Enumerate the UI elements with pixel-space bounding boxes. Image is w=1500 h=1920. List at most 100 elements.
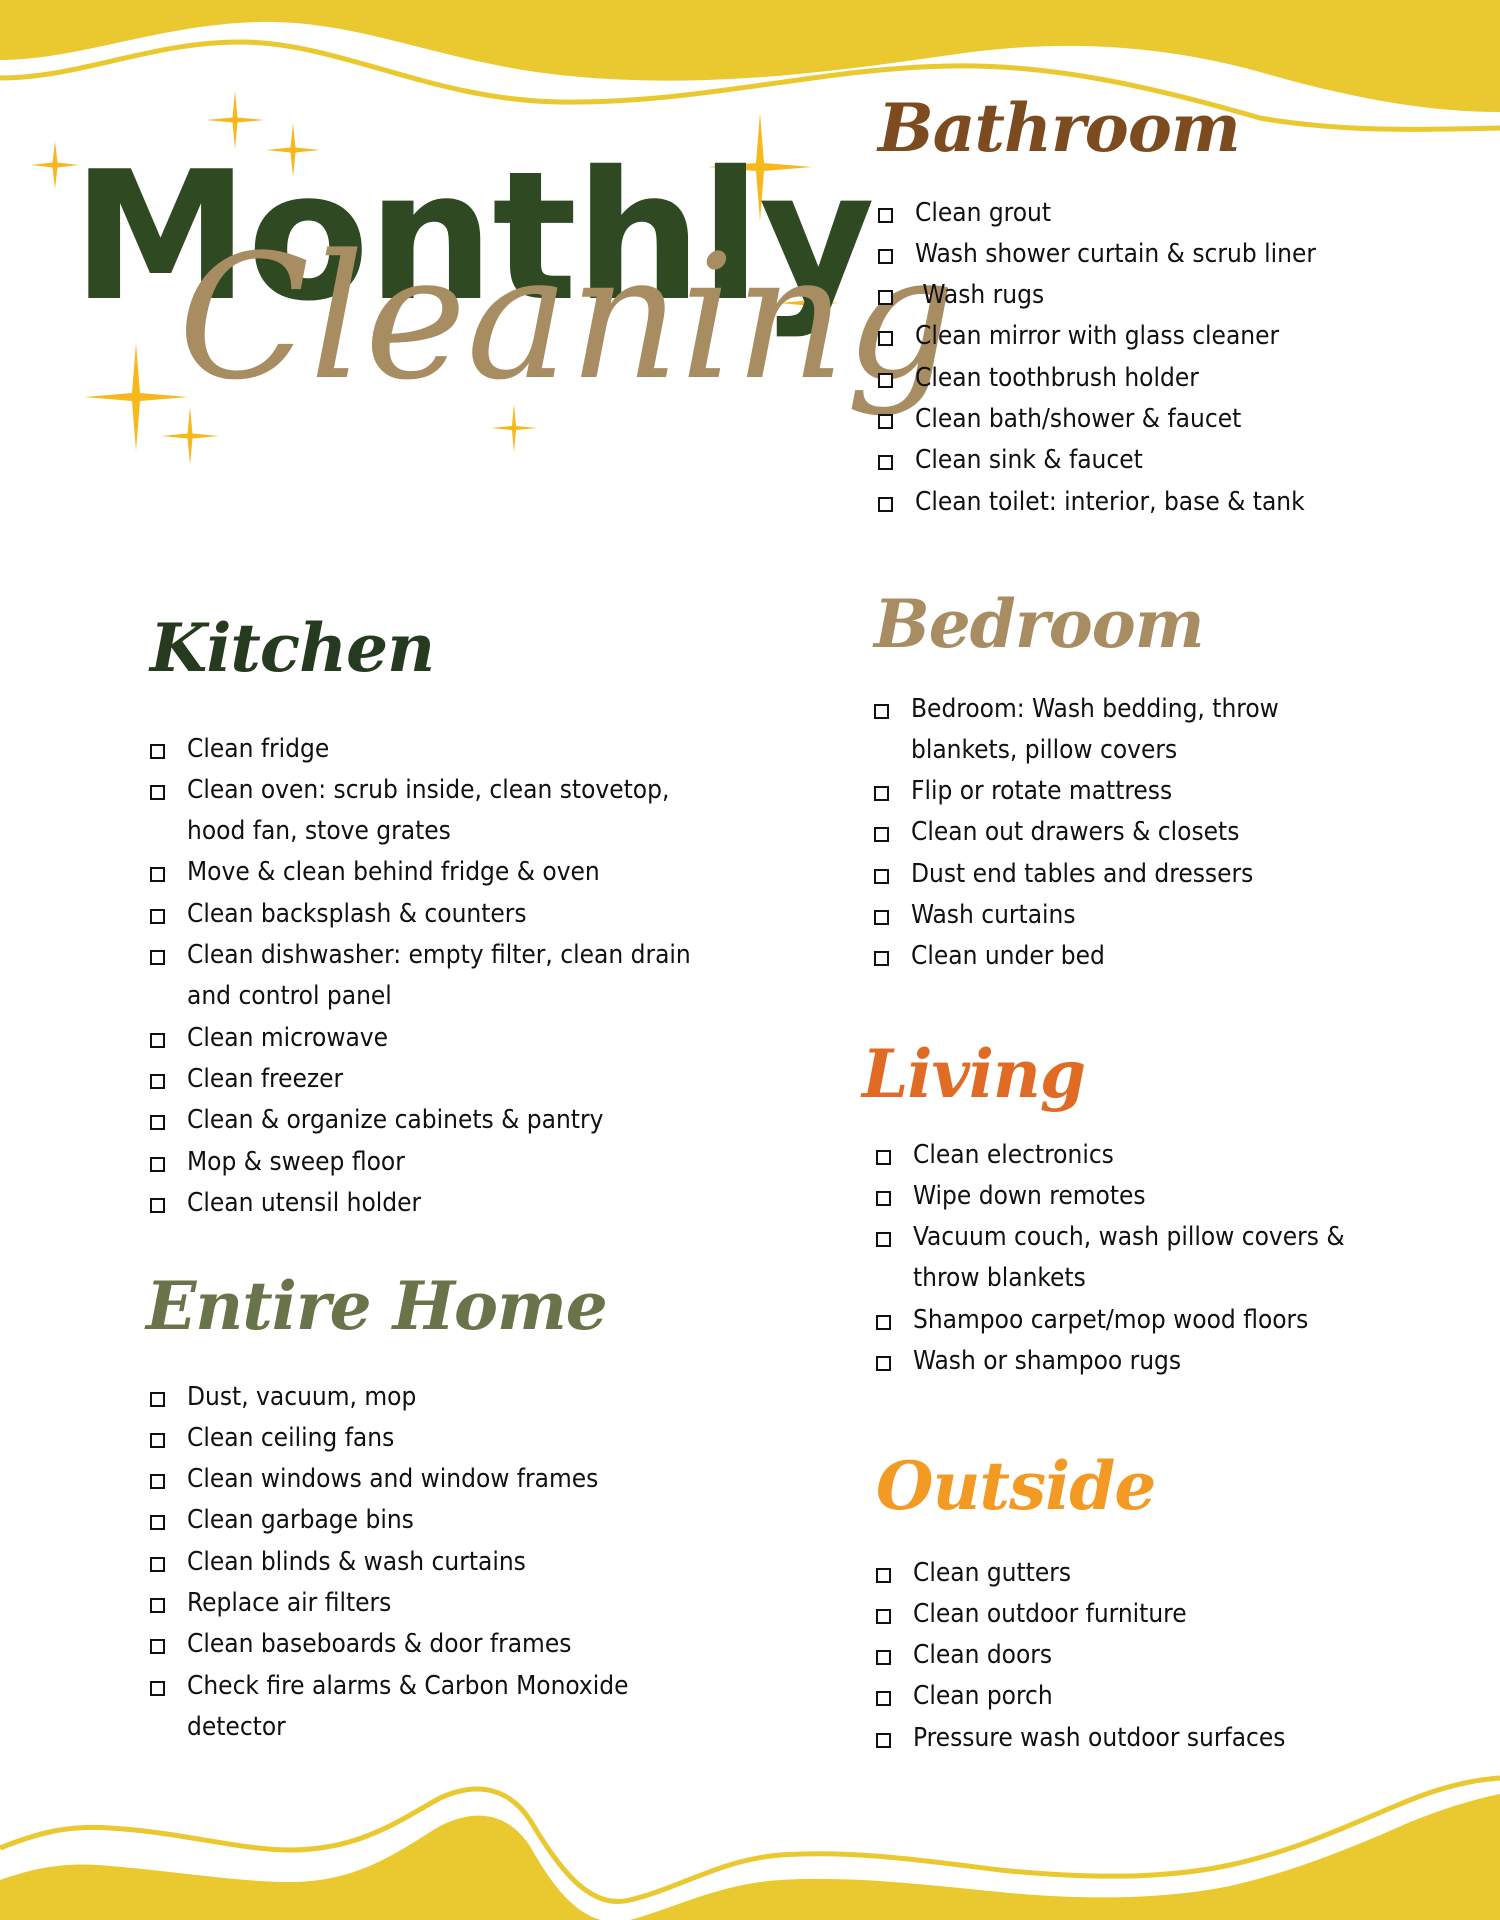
checkbox[interactable] bbox=[876, 1567, 891, 1583]
checkbox[interactable] bbox=[874, 786, 889, 802]
checklist-item: Clean porch bbox=[876, 1676, 1436, 1717]
checklist-item: Clean windows and window frames bbox=[150, 1459, 730, 1500]
checklist-item: Clean fridge bbox=[150, 729, 715, 770]
checklist-item: Clean toothbrush holder bbox=[878, 358, 1438, 399]
item-label: Clean backsplash & counters bbox=[187, 898, 527, 929]
checkbox[interactable] bbox=[150, 1680, 165, 1696]
checklist-item: Clean dishwasher: empty filter, clean dr… bbox=[150, 935, 715, 1018]
checklist-entire-home: Dust, vacuum, mop Clean ceiling fans Cle… bbox=[146, 1377, 730, 1749]
checkbox[interactable] bbox=[878, 331, 893, 347]
checklist-item: Clean toilet: interior, base & tank bbox=[878, 482, 1438, 523]
item-label: Clean microwave bbox=[187, 1022, 389, 1053]
checkbox[interactable] bbox=[874, 827, 889, 843]
checklist-item: Clean freezer bbox=[150, 1059, 715, 1100]
section-bedroom: Bedroom Bedroom: Wash bedding, throw bla… bbox=[874, 588, 1434, 978]
checklist-item: Dust, vacuum, mop bbox=[150, 1377, 730, 1418]
checkbox[interactable] bbox=[150, 1474, 165, 1490]
checkbox[interactable] bbox=[150, 1156, 165, 1172]
checkbox[interactable] bbox=[878, 248, 893, 264]
checklist-item: Clean doors bbox=[876, 1635, 1436, 1676]
checkbox[interactable] bbox=[878, 372, 893, 388]
checklist-item: Clean outdoor furniture bbox=[876, 1594, 1436, 1635]
item-label: Clean out drawers & closets bbox=[911, 817, 1240, 848]
checkbox[interactable] bbox=[876, 1732, 891, 1748]
item-label: Clean oven: scrub inside, clean stovetop… bbox=[187, 774, 670, 847]
checkbox[interactable] bbox=[150, 784, 165, 800]
checklist-bathroom: Clean grout Wash shower curtain & scrub … bbox=[878, 193, 1438, 523]
item-label: Flip or rotate mattress bbox=[911, 776, 1173, 807]
checklist-item: Wash rugs bbox=[878, 275, 1438, 316]
item-label: Clean bath/shower & faucet bbox=[915, 404, 1242, 435]
checklist-item: Vacuum couch, wash pillow covers & throw… bbox=[876, 1217, 1416, 1300]
item-label: Vacuum couch, wash pillow covers & throw… bbox=[913, 1222, 1345, 1294]
item-label: Dust end tables and dressers bbox=[911, 858, 1254, 889]
checklist-item: Wash shower curtain & scrub liner bbox=[878, 234, 1438, 275]
checklist-item: Clean ceiling fans bbox=[150, 1418, 730, 1459]
checkbox[interactable] bbox=[876, 1149, 891, 1165]
section-heading-kitchen: Kitchen bbox=[150, 609, 435, 687]
bottom-wave-decoration bbox=[0, 1775, 1500, 1920]
checklist-item: Pressure wash outdoor surfaces bbox=[876, 1718, 1436, 1759]
checkbox[interactable] bbox=[874, 868, 889, 884]
item-label: Clean windows and window frames bbox=[187, 1464, 599, 1495]
checkbox[interactable] bbox=[874, 910, 889, 926]
title-cleaning: Cleaning bbox=[178, 217, 956, 418]
checklist-item: Replace air filters bbox=[150, 1583, 730, 1624]
checkbox[interactable] bbox=[876, 1608, 891, 1624]
checkbox[interactable] bbox=[876, 1232, 891, 1248]
checklist-item: Clean microwave bbox=[150, 1018, 715, 1059]
checkbox[interactable] bbox=[874, 703, 889, 719]
checklist-item: Clean sink & faucet bbox=[878, 440, 1438, 481]
checklist-item: Clean mirror with glass cleaner bbox=[878, 316, 1438, 357]
checkbox[interactable] bbox=[150, 867, 165, 883]
checkbox[interactable] bbox=[876, 1691, 891, 1707]
checkbox[interactable] bbox=[876, 1356, 891, 1372]
checkbox[interactable] bbox=[878, 290, 893, 306]
checkbox[interactable] bbox=[150, 743, 165, 759]
item-label: Pressure wash outdoor surfaces bbox=[913, 1722, 1286, 1753]
checkbox[interactable] bbox=[150, 1556, 165, 1572]
item-label: Wash curtains bbox=[911, 900, 1076, 931]
checkbox[interactable] bbox=[150, 1432, 165, 1448]
checkbox[interactable] bbox=[150, 950, 165, 966]
section-heading-bedroom: Bedroom bbox=[874, 585, 1205, 663]
checklist-item: Shampoo carpet/mop wood floors bbox=[876, 1300, 1416, 1341]
section-living: Living Clean electronics Wipe down remot… bbox=[862, 1038, 1432, 1382]
item-label: Clean toilet: interior, base & tank bbox=[915, 486, 1305, 517]
item-label: Clean ceiling fans bbox=[187, 1422, 395, 1453]
checkbox[interactable] bbox=[878, 414, 893, 430]
section-kitchen: Kitchen Clean fridge Clean oven: scrub i… bbox=[150, 612, 750, 1224]
checkbox[interactable] bbox=[150, 1391, 165, 1407]
checkbox[interactable] bbox=[876, 1314, 891, 1330]
item-label: Clean outdoor furniture bbox=[913, 1598, 1187, 1629]
checkbox[interactable] bbox=[878, 496, 893, 512]
item-label: Wash shower curtain & scrub liner bbox=[915, 238, 1316, 269]
checkbox[interactable] bbox=[878, 207, 893, 223]
item-label: Replace air filters bbox=[187, 1588, 392, 1619]
checklist-item: Check fire alarms & Carbon Monoxide dete… bbox=[150, 1666, 730, 1749]
item-label: Clean fridge bbox=[187, 733, 330, 764]
checkbox[interactable] bbox=[878, 455, 893, 471]
item-label: Mop & sweep floor bbox=[187, 1146, 405, 1177]
item-label: Wipe down remotes bbox=[913, 1180, 1146, 1211]
checklist-item: Wash or shampoo rugs bbox=[876, 1341, 1416, 1382]
section-entire-home: Entire Home Dust, vacuum, mop Clean ceil… bbox=[146, 1270, 746, 1748]
checkbox[interactable] bbox=[150, 1598, 165, 1614]
checkbox[interactable] bbox=[150, 1032, 165, 1048]
item-label: Clean mirror with glass cleaner bbox=[915, 321, 1280, 352]
checkbox[interactable] bbox=[876, 1650, 891, 1666]
checklist-item: Flip or rotate mattress bbox=[874, 771, 1344, 812]
checkbox[interactable] bbox=[874, 951, 889, 967]
item-label: Clean grout bbox=[915, 197, 1052, 228]
checkbox[interactable] bbox=[150, 1073, 165, 1089]
checkbox[interactable] bbox=[150, 1197, 165, 1213]
checkbox[interactable] bbox=[876, 1190, 891, 1206]
checklist-item: Wipe down remotes bbox=[876, 1176, 1416, 1217]
checkbox[interactable] bbox=[150, 908, 165, 924]
checkbox[interactable] bbox=[150, 1515, 165, 1531]
item-label: Clean garbage bins bbox=[187, 1505, 414, 1536]
item-label: Clean baseboards & door frames bbox=[187, 1629, 572, 1660]
checkbox[interactable] bbox=[150, 1115, 165, 1131]
item-label: Bedroom: Wash bedding, throw blankets, p… bbox=[911, 693, 1279, 765]
checkbox[interactable] bbox=[150, 1639, 165, 1655]
